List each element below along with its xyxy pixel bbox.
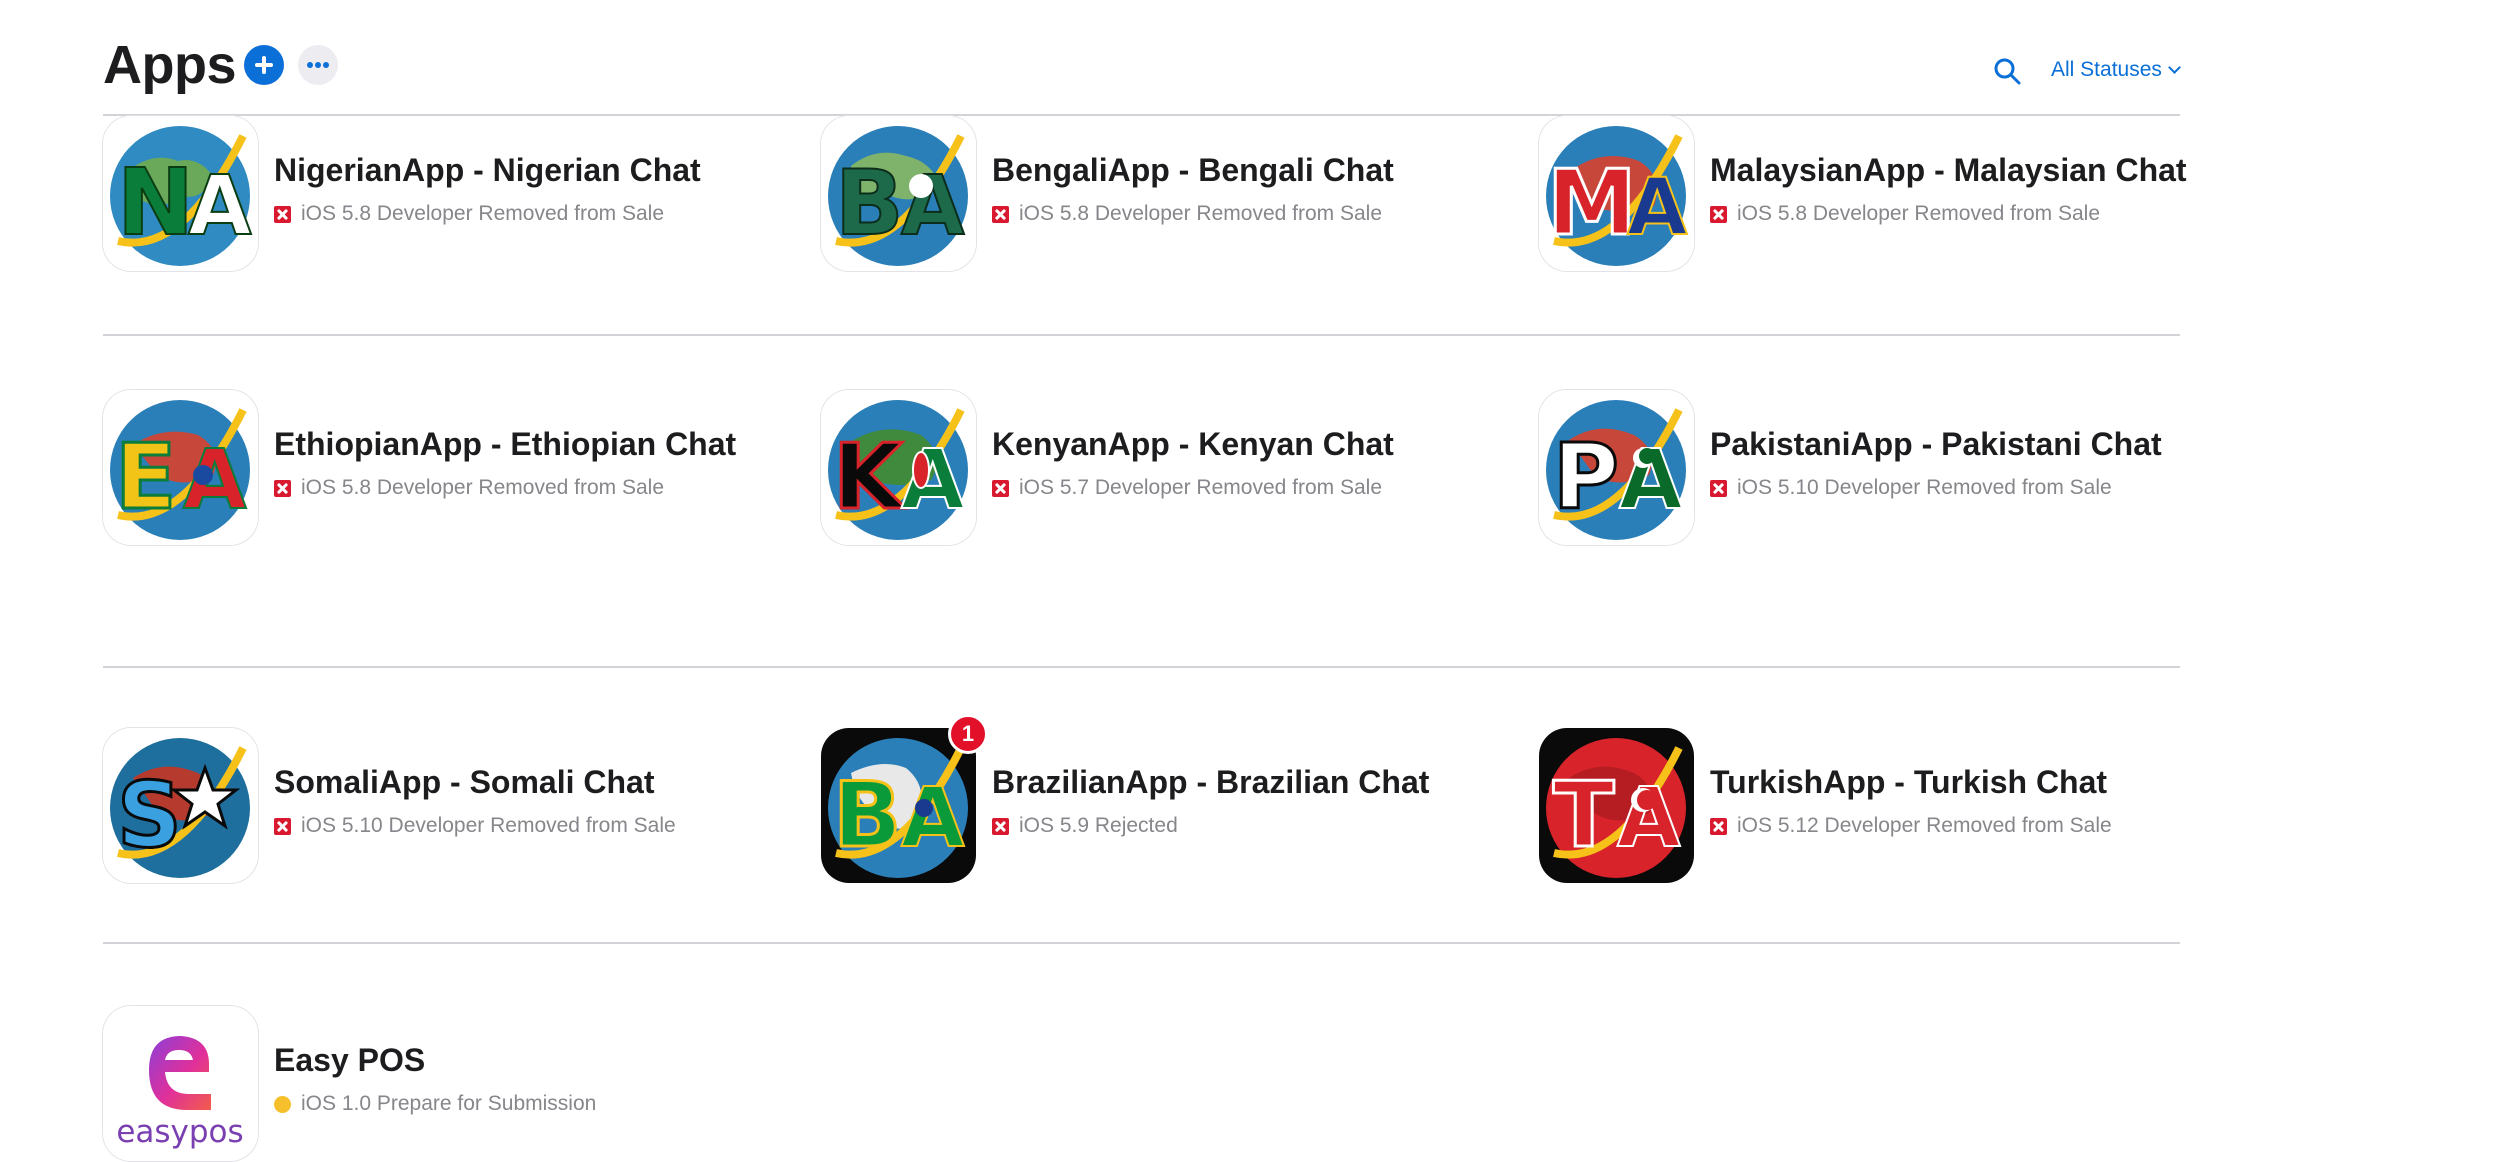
- app-status-text: iOS 5.9 Rejected: [1019, 814, 1178, 837]
- svg-text:T: T: [1553, 763, 1614, 868]
- app-name[interactable]: BrazilianApp - Brazilian Chat: [992, 764, 1429, 801]
- svg-text:A: A: [1627, 163, 1687, 253]
- app-name[interactable]: MalaysianApp - Malaysian Chat: [1710, 152, 2187, 189]
- app-card-kenyan[interactable]: K A KenyanApp - Kenyan Chat iOS 5.7 Deve…: [821, 390, 1501, 550]
- app-status: iOS 5.8 Developer Removed from Sale: [992, 202, 1382, 226]
- add-app-button[interactable]: [244, 45, 284, 85]
- app-name[interactable]: KenyanApp - Kenyan Chat: [992, 426, 1394, 463]
- app-icon-kenyan: K A: [821, 390, 976, 545]
- app-status: iOS 5.7 Developer Removed from Sale: [992, 476, 1382, 500]
- app-status: iOS 5.8 Developer Removed from Sale: [1710, 202, 2100, 226]
- svg-text:K: K: [833, 425, 906, 530]
- app-card-easypos[interactable]: easypos Easy POS iOS 1.0 Prepare for Sub…: [103, 1006, 783, 1162]
- removed-x-icon: [274, 479, 291, 497]
- apps-row: N A NigerianApp - Nigerian Chat iOS 5.8 …: [103, 116, 2187, 392]
- app-card-nigerian[interactable]: N A NigerianApp - Nigerian Chat iOS 5.8 …: [103, 116, 783, 276]
- removed-x-icon: [1710, 205, 1727, 223]
- app-status-text: iOS 5.12 Developer Removed from Sale: [1737, 814, 2112, 837]
- app-icon-malaysian: M A: [1539, 116, 1694, 271]
- app-icon-ethiopian: E A: [103, 390, 258, 545]
- app-name[interactable]: BengaliApp - Bengali Chat: [992, 152, 1394, 189]
- svg-text:B: B: [835, 151, 904, 256]
- app-name[interactable]: Easy POS: [274, 1042, 425, 1079]
- removed-x-icon: [274, 205, 291, 223]
- app-status: iOS 5.12 Developer Removed from Sale: [1710, 814, 2112, 838]
- app-status-text: iOS 5.10 Developer Removed from Sale: [1737, 476, 2112, 499]
- svg-text:A: A: [1617, 771, 1681, 866]
- app-status: iOS 5.10 Developer Removed from Sale: [274, 814, 676, 838]
- apps-row: E A EthiopianApp - Ethiopian Chat iOS 5.…: [103, 390, 2180, 668]
- svg-text:A: A: [901, 433, 965, 528]
- svg-text:S: S: [117, 763, 182, 868]
- row-divider: [103, 334, 2180, 336]
- app-status: iOS 5.9 Rejected: [992, 814, 1178, 838]
- svg-text:A: A: [183, 433, 247, 528]
- removed-x-icon: [274, 817, 291, 835]
- svg-text:P: P: [1553, 425, 1619, 530]
- app-icon-turkish: T A: [1539, 728, 1694, 883]
- removed-x-icon: [1710, 479, 1727, 497]
- app-card-brazilian[interactable]: B A 1 BrazilianApp - Brazilian Chat iOS …: [821, 714, 1501, 888]
- apps-grid: N A NigerianApp - Nigerian Chat iOS 5.8 …: [103, 116, 2187, 1162]
- ellipsis-dot: [315, 62, 321, 68]
- app-icon-pakistani: P A: [1539, 390, 1694, 545]
- app-status: iOS 5.10 Developer Removed from Sale: [1710, 476, 2112, 500]
- app-name[interactable]: NigerianApp - Nigerian Chat: [274, 152, 701, 189]
- app-card-malaysian[interactable]: M A MalaysianApp - Malaysian Chat iOS 5.…: [1539, 116, 2219, 276]
- page-title: Apps: [103, 35, 237, 95]
- search-icon[interactable]: [1992, 56, 2022, 86]
- app-status-text: iOS 5.8 Developer Removed from Sale: [301, 202, 664, 225]
- svg-text:A: A: [1619, 433, 1683, 528]
- easypos-wordmark: easypos: [116, 1114, 243, 1150]
- chevron-down-icon: [2168, 61, 2181, 74]
- app-status-text: iOS 5.8 Developer Removed from Sale: [1737, 202, 2100, 225]
- svg-text:A: A: [188, 159, 252, 254]
- removed-x-icon: [1710, 817, 1727, 835]
- app-name[interactable]: TurkishApp - Turkish Chat: [1710, 764, 2107, 801]
- app-card-turkish[interactable]: T A TurkishApp - Turkish Chat iOS 5.12 D…: [1539, 728, 2219, 888]
- app-icon-somali: S: [103, 728, 258, 883]
- app-icon-nigerian: N A: [103, 116, 258, 271]
- app-name[interactable]: EthiopianApp - Ethiopian Chat: [274, 426, 736, 463]
- app-icon-easypos: easypos: [103, 1006, 258, 1161]
- removed-x-icon: [992, 479, 1009, 497]
- apps-row: easypos Easy POS iOS 1.0 Prepare for Sub…: [103, 942, 2180, 1162]
- app-icon-brazilian: B A 1: [821, 714, 988, 883]
- apps-page: Apps All Statuses N A NigerianApp - Nige…: [0, 0, 2500, 1162]
- app-name[interactable]: PakistaniApp - Pakistani Chat: [1710, 426, 2162, 463]
- svg-text:N: N: [117, 149, 194, 256]
- svg-text:A: A: [901, 771, 965, 866]
- app-name[interactable]: SomaliApp - Somali Chat: [274, 764, 654, 801]
- removed-x-icon: [992, 205, 1009, 223]
- svg-text:M: M: [1547, 151, 1637, 256]
- more-options-button[interactable]: [298, 45, 338, 85]
- removed-x-icon: [992, 817, 1009, 835]
- svg-text:B: B: [833, 763, 902, 868]
- notification-badge: 1: [948, 714, 988, 754]
- pending-dot-icon: [274, 1095, 291, 1113]
- app-status-text: iOS 5.8 Developer Removed from Sale: [301, 476, 664, 499]
- app-card-somali[interactable]: S SomaliApp - Somali Chat iOS 5.10 Devel…: [103, 728, 783, 888]
- app-status-text: iOS 1.0 Prepare for Submission: [301, 1092, 597, 1115]
- app-status-text: iOS 5.7 Developer Removed from Sale: [1019, 476, 1382, 499]
- app-card-bengali[interactable]: B A BengaliApp - Bengali Chat iOS 5.8 De…: [821, 116, 1501, 276]
- page-header: Apps All Statuses: [103, 28, 2181, 114]
- app-card-ethiopian[interactable]: E A EthiopianApp - Ethiopian Chat iOS 5.…: [103, 390, 783, 550]
- svg-text:E: E: [115, 425, 176, 530]
- app-status: iOS 1.0 Prepare for Submission: [274, 1092, 596, 1116]
- ellipsis-dot: [307, 62, 313, 68]
- app-status-text: iOS 5.8 Developer Removed from Sale: [1019, 202, 1382, 225]
- status-filter-label: All Statuses: [2051, 58, 2162, 81]
- status-filter-dropdown[interactable]: All Statuses: [2051, 58, 2181, 82]
- svg-text:A: A: [901, 159, 965, 254]
- app-status-text: iOS 5.10 Developer Removed from Sale: [301, 814, 676, 837]
- app-status: iOS 5.8 Developer Removed from Sale: [274, 202, 664, 226]
- app-card-pakistani[interactable]: P A PakistaniApp - Pakistani Chat iOS 5.…: [1539, 390, 2219, 550]
- app-icon-bengali: B A: [821, 116, 976, 271]
- app-status: iOS 5.8 Developer Removed from Sale: [274, 476, 664, 500]
- apps-row: S SomaliApp - Somali Chat iOS 5.10 Devel…: [103, 666, 2180, 944]
- ellipsis-dot: [323, 62, 329, 68]
